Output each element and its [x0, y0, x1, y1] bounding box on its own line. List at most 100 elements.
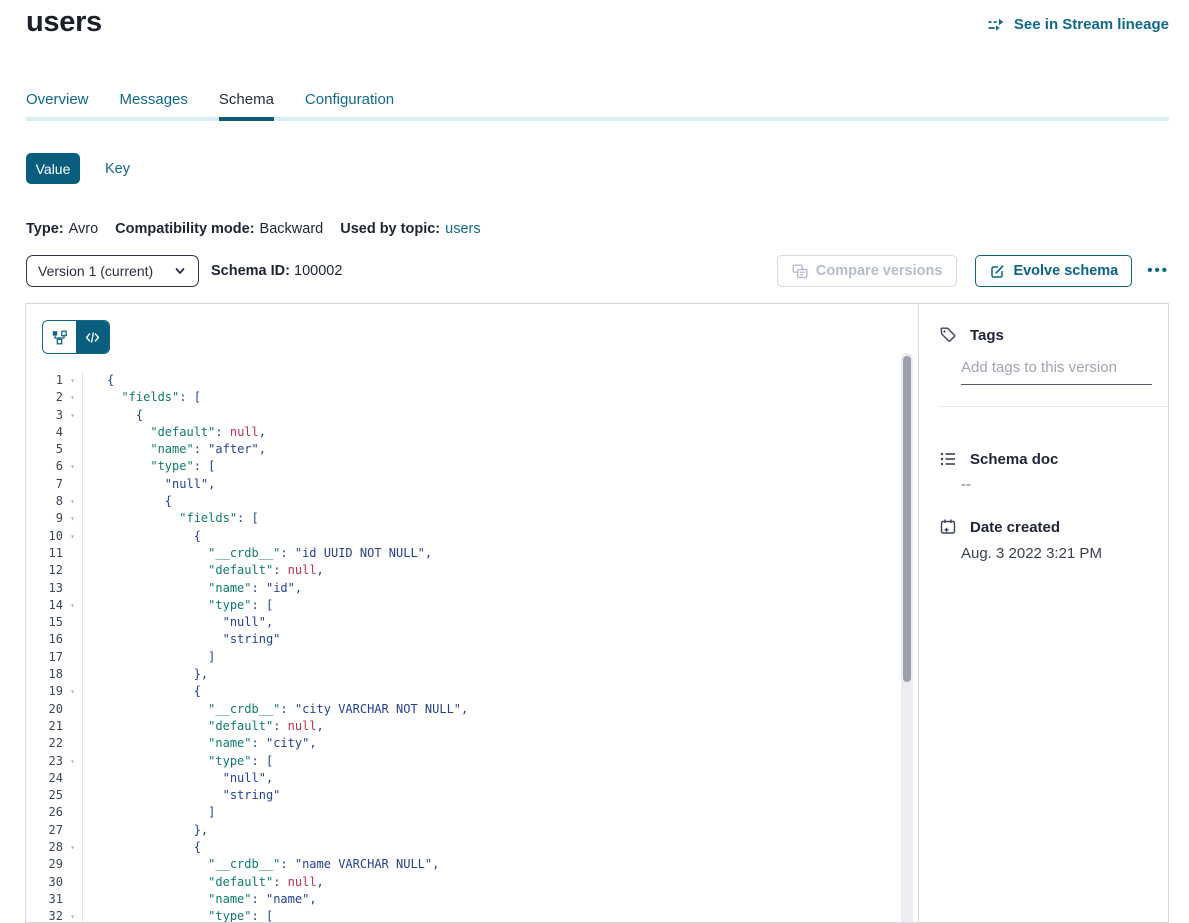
- compare-versions-button[interactable]: Compare versions: [777, 255, 958, 287]
- code-text: ]: [82, 804, 918, 821]
- add-tags-input[interactable]: [961, 357, 1152, 385]
- code-line: 5 "name": "after",: [26, 441, 918, 458]
- fold-toggle-icon[interactable]: ▾: [63, 528, 82, 545]
- line-number: 8: [26, 493, 63, 510]
- fold-spacer: [63, 891, 82, 908]
- line-number: 5: [26, 441, 63, 458]
- fold-toggle-icon[interactable]: ▾: [63, 839, 82, 856]
- fold-spacer: [63, 804, 82, 821]
- version-select-value: Version 1 (current): [38, 263, 173, 279]
- code-text: "string": [82, 631, 918, 648]
- code-line: 12 "default": null,: [26, 562, 918, 579]
- fold-spacer: [63, 701, 82, 718]
- fold-toggle-icon[interactable]: ▾: [63, 510, 82, 527]
- code-text: },: [82, 666, 918, 683]
- fold-spacer: [63, 822, 82, 839]
- compatibility-value: Backward: [260, 221, 324, 237]
- line-number: 18: [26, 666, 63, 683]
- line-number: 15: [26, 614, 63, 631]
- code-text: "name": "after",: [82, 441, 918, 458]
- fold-toggle-icon[interactable]: ▾: [63, 683, 82, 700]
- line-number: 6: [26, 458, 63, 475]
- fold-toggle-icon[interactable]: ▾: [63, 908, 82, 922]
- tab-bar: Overview Messages Schema Configuration: [26, 88, 1169, 121]
- tab-messages[interactable]: Messages: [120, 88, 188, 121]
- code-line: 4 "default": null,: [26, 424, 918, 441]
- code-line: 10▾ {: [26, 528, 918, 545]
- fold-spacer: [63, 856, 82, 873]
- used-by-topic-label: Used by topic:: [340, 221, 440, 237]
- tab-schema[interactable]: Schema: [219, 88, 274, 121]
- schema-code-panel: 1▾{2▾ "fields": [3▾ {4 "default": null,5…: [26, 304, 918, 922]
- version-select[interactable]: Version 1 (current): [26, 255, 199, 287]
- fold-toggle-icon[interactable]: ▾: [63, 493, 82, 510]
- code-text: "name": "city",: [82, 735, 918, 752]
- fold-spacer: [63, 545, 82, 562]
- tags-title: Tags: [970, 327, 1004, 344]
- code-view-icon: [85, 331, 100, 344]
- editor-scrollbar-thumb[interactable]: [903, 356, 911, 682]
- code-line: 29 "__crdb__": "name VARCHAR NULL",: [26, 856, 918, 873]
- code-line: 2▾ "fields": [: [26, 389, 918, 406]
- fold-toggle-icon[interactable]: ▾: [63, 597, 82, 614]
- schema-panel: 1▾{2▾ "fields": [3▾ {4 "default": null,5…: [25, 303, 1169, 923]
- code-line: 13 "name": "id",: [26, 580, 918, 597]
- chevron-down-icon: [173, 264, 187, 278]
- line-number: 26: [26, 804, 63, 821]
- tab-overview[interactable]: Overview: [26, 88, 89, 121]
- fold-toggle-icon[interactable]: ▾: [63, 389, 82, 406]
- tab-configuration[interactable]: Configuration: [305, 88, 394, 121]
- code-line: 3▾ {: [26, 407, 918, 424]
- type-label: Type:: [26, 221, 64, 237]
- line-number: 27: [26, 822, 63, 839]
- code-text: "__crdb__": "city VARCHAR NOT NULL",: [82, 701, 918, 718]
- key-toggle-button[interactable]: Key: [105, 161, 130, 177]
- fold-toggle-icon[interactable]: ▾: [63, 753, 82, 770]
- schema-id-label: Schema ID:: [211, 263, 290, 279]
- line-number: 3: [26, 407, 63, 424]
- schema-id: Schema ID: 100002: [211, 263, 342, 279]
- line-number: 30: [26, 874, 63, 891]
- schema-id-value: 100002: [294, 263, 342, 279]
- code-line: 1▾{: [26, 372, 918, 389]
- code-text: "__crdb__": "name VARCHAR NULL",: [82, 856, 918, 873]
- tags-section-heading: Tags: [939, 326, 1004, 344]
- fold-toggle-icon[interactable]: ▾: [63, 407, 82, 424]
- value-toggle-button[interactable]: Value: [26, 153, 80, 184]
- line-number: 32: [26, 908, 63, 922]
- code-text: "null",: [82, 770, 918, 787]
- evolve-schema-button[interactable]: Evolve schema: [975, 255, 1132, 287]
- more-actions-button[interactable]: •••: [1147, 266, 1169, 276]
- fold-toggle-icon[interactable]: ▾: [63, 458, 82, 475]
- line-number: 19: [26, 683, 63, 700]
- code-text: "string": [82, 787, 918, 804]
- line-number: 10: [26, 528, 63, 545]
- code-text: {: [82, 528, 918, 545]
- topic-link[interactable]: users: [445, 221, 480, 237]
- schema-code-editor[interactable]: 1▾{2▾ "fields": [3▾ {4 "default": null,5…: [26, 372, 918, 922]
- fold-spacer: [63, 580, 82, 597]
- fold-toggle-icon[interactable]: ▾: [63, 372, 82, 389]
- schema-view-toggle: [42, 320, 110, 354]
- code-text: "name": "name",: [82, 891, 918, 908]
- code-line: 22 "name": "city",: [26, 735, 918, 752]
- tree-view-button[interactable]: [43, 321, 76, 353]
- code-text: "default": null,: [82, 562, 918, 579]
- line-number: 14: [26, 597, 63, 614]
- code-text: ]: [82, 649, 918, 666]
- line-number: 28: [26, 839, 63, 856]
- code-line: 21 "default": null,: [26, 718, 918, 735]
- code-line: 18 },: [26, 666, 918, 683]
- fold-spacer: [63, 562, 82, 579]
- line-number: 4: [26, 424, 63, 441]
- fold-spacer: [63, 770, 82, 787]
- code-line: 15 "null",: [26, 614, 918, 631]
- edit-icon: [989, 263, 1005, 279]
- stream-lineage-link[interactable]: See in Stream lineage: [988, 16, 1169, 33]
- editor-scrollbar-track[interactable]: [901, 353, 913, 922]
- code-line: 19▾ {: [26, 683, 918, 700]
- code-view-button[interactable]: [76, 321, 109, 353]
- line-number: 2: [26, 389, 63, 406]
- compare-icon: [792, 264, 808, 279]
- code-line: 31 "name": "name",: [26, 891, 918, 908]
